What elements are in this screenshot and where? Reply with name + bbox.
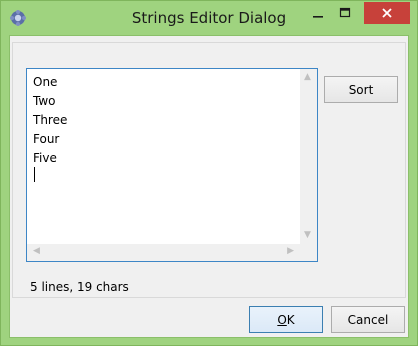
close-button[interactable] bbox=[364, 2, 410, 24]
editor-lines: One Two Three Four Five bbox=[33, 73, 67, 168]
maximize-button[interactable] bbox=[332, 2, 358, 24]
editor-line: Five bbox=[33, 151, 57, 165]
scroll-up-icon[interactable]: ▲ bbox=[304, 73, 311, 82]
editor-line: Three bbox=[33, 113, 68, 127]
content-panel: One Two Three Four Five ▲ ▼ ◀ ▶ Sort 5 l… bbox=[12, 42, 406, 298]
scroll-down-icon[interactable]: ▼ bbox=[304, 231, 311, 240]
ok-label-rest: K bbox=[286, 312, 295, 327]
editor-line: One bbox=[33, 75, 58, 89]
dialog-client-area: One Two Three Four Five ▲ ▼ ◀ ▶ Sort 5 l… bbox=[9, 35, 409, 338]
editor-line: Two bbox=[33, 94, 56, 108]
vertical-scrollbar[interactable]: ▲ ▼ bbox=[300, 69, 317, 244]
scroll-corner bbox=[300, 244, 317, 261]
sort-button[interactable]: Sort bbox=[324, 76, 398, 103]
editor-line: Four bbox=[33, 132, 60, 146]
minimize-button[interactable] bbox=[305, 2, 331, 24]
scroll-left-icon[interactable]: ◀ bbox=[33, 247, 40, 256]
maximize-icon bbox=[339, 7, 351, 18]
status-label: 5 lines, 19 chars bbox=[30, 280, 129, 294]
strings-editor[interactable]: One Two Three Four Five ▲ ▼ ◀ ▶ bbox=[26, 68, 318, 262]
minimize-icon bbox=[313, 16, 323, 18]
ok-button[interactable]: OK bbox=[249, 306, 323, 333]
horizontal-scrollbar[interactable]: ◀ ▶ bbox=[27, 244, 300, 261]
dialog-window: Strings Editor Dialog One Two Three Four… bbox=[0, 0, 418, 346]
title-bar[interactable]: Strings Editor Dialog bbox=[1, 1, 417, 35]
scroll-right-icon[interactable]: ▶ bbox=[287, 247, 294, 256]
text-caret bbox=[34, 167, 35, 182]
ok-mnemonic: O bbox=[277, 312, 287, 327]
cancel-button[interactable]: Cancel bbox=[331, 306, 405, 333]
close-icon bbox=[382, 8, 392, 18]
